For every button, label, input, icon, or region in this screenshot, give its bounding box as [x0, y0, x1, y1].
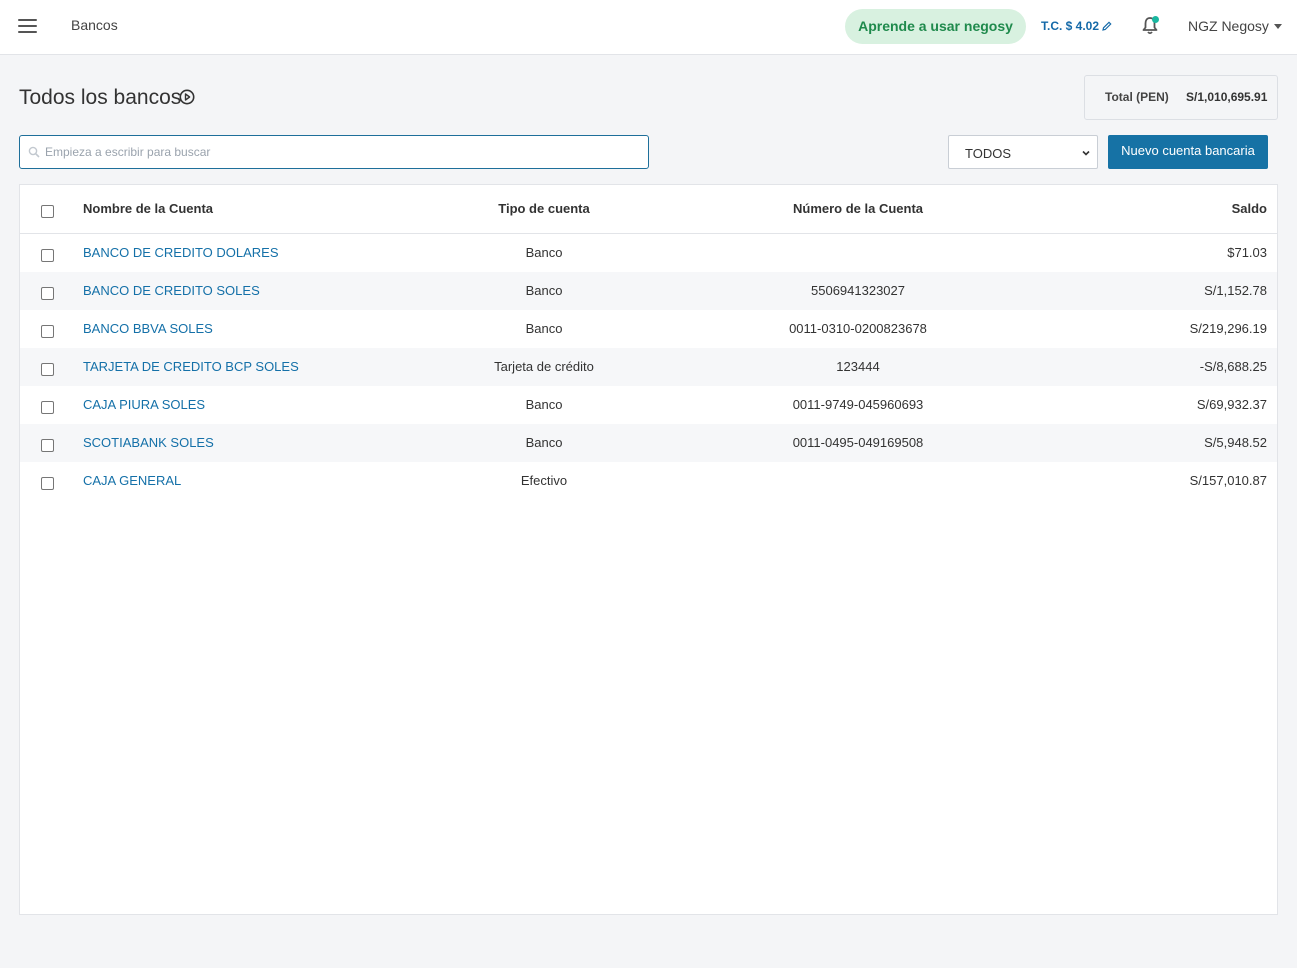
chevron-down-icon — [1082, 150, 1090, 156]
total-value: S/1,010,695.91 — [1186, 90, 1268, 104]
filter-selected-value: TODOS — [965, 146, 1011, 161]
new-bank-account-button[interactable]: Nuevo cuenta bancaria — [1108, 135, 1268, 169]
account-type-filter[interactable]: TODOS — [948, 135, 1098, 169]
table-row: BANCO DE CREDITO SOLES Banco 55069413230… — [20, 272, 1277, 310]
top-bar: Bancos Aprende a usar negosy T.C. $ 4.02… — [0, 0, 1297, 55]
account-number: 0011-0495-049169508 — [792, 435, 924, 450]
account-name-link[interactable]: CAJA GENERAL — [83, 473, 181, 488]
total-label: Total (PEN) — [1105, 90, 1169, 104]
row-checkbox[interactable] — [41, 363, 54, 376]
table-row: CAJA GENERAL Efectivo S/157,010.87 — [20, 462, 1277, 500]
account-type: Banco — [525, 321, 563, 336]
exchange-rate-label: T.C. $ 4.02 — [1041, 19, 1100, 33]
account-type: Banco — [525, 435, 563, 450]
table-row: TARJETA DE CREDITO BCP SOLES Tarjeta de … — [20, 348, 1277, 386]
user-menu[interactable]: NGZ Negosy — [1188, 18, 1282, 34]
account-balance: S/157,010.87 — [1189, 473, 1267, 488]
row-checkbox[interactable] — [41, 401, 54, 414]
breadcrumb[interactable]: Bancos — [71, 17, 118, 33]
account-balance: S/69,932.37 — [1196, 397, 1267, 412]
column-header-name[interactable]: Nombre de la Cuenta — [83, 201, 213, 216]
account-type: Banco — [525, 397, 563, 412]
account-name-link[interactable]: BANCO DE CREDITO SOLES — [83, 283, 260, 298]
table-row: SCOTIABANK SOLES Banco 0011-0495-0491695… — [20, 424, 1277, 462]
account-name-link[interactable]: CAJA PIURA SOLES — [83, 397, 205, 412]
account-balance: -S/8,688.25 — [1199, 359, 1267, 374]
account-name-link[interactable]: BANCO DE CREDITO DOLARES — [83, 245, 279, 260]
notification-badge — [1152, 16, 1159, 23]
search-icon — [28, 146, 40, 158]
column-header-number[interactable]: Número de la Cuenta — [758, 201, 958, 216]
search-input[interactable] — [45, 136, 645, 168]
table-row: BANCO BBVA SOLES Banco 0011-0310-0200823… — [20, 310, 1277, 348]
row-checkbox[interactable] — [41, 249, 54, 262]
menu-icon[interactable] — [18, 17, 38, 35]
account-name-link[interactable]: SCOTIABANK SOLES — [83, 435, 214, 450]
pencil-icon — [1102, 21, 1112, 31]
account-number: 0011-9749-045960693 — [792, 397, 924, 412]
chevron-down-icon — [1273, 24, 1282, 29]
column-header-type[interactable]: Tipo de cuenta — [444, 201, 644, 216]
account-name-link[interactable]: BANCO BBVA SOLES — [83, 321, 213, 336]
play-circle-icon[interactable] — [179, 89, 195, 105]
learn-negosy-button[interactable]: Aprende a usar negosy — [845, 9, 1026, 44]
exchange-rate-link[interactable]: T.C. $ 4.02 — [1041, 19, 1112, 33]
account-type: Tarjeta de crédito — [494, 359, 594, 374]
row-checkbox[interactable] — [41, 439, 54, 452]
account-balance: S/219,296.19 — [1189, 321, 1267, 336]
table-header: Nombre de la Cuenta Tipo de cuenta Númer… — [20, 185, 1277, 234]
user-name: NGZ Negosy — [1188, 18, 1269, 34]
accounts-table: Nombre de la Cuenta Tipo de cuenta Númer… — [19, 184, 1278, 915]
account-balance: S/1,152.78 — [1204, 283, 1267, 298]
account-number: 123444 — [836, 359, 880, 374]
row-checkbox[interactable] — [41, 287, 54, 300]
account-number: 0011-0310-0200823678 — [789, 321, 927, 336]
table-row: CAJA PIURA SOLES Banco 0011-9749-0459606… — [20, 386, 1277, 424]
table-row: BANCO DE CREDITO DOLARES Banco $71.03 — [20, 234, 1277, 272]
select-all-checkbox[interactable] — [41, 205, 54, 218]
row-checkbox[interactable] — [41, 477, 54, 490]
row-checkbox[interactable] — [41, 325, 54, 338]
search-box[interactable] — [19, 135, 649, 169]
account-name-link[interactable]: TARJETA DE CREDITO BCP SOLES — [83, 359, 299, 374]
account-type: Efectivo — [520, 473, 568, 488]
total-summary: Total (PEN) S/1,010,695.91 — [1084, 75, 1278, 120]
account-type: Banco — [525, 283, 563, 298]
account-balance: $71.03 — [1227, 245, 1267, 260]
column-header-balance[interactable]: Saldo — [1232, 201, 1267, 216]
account-type: Banco — [525, 245, 563, 260]
account-balance: S/5,948.52 — [1204, 435, 1267, 450]
account-number: 5506941323027 — [811, 283, 905, 298]
page-title: Todos los bancos — [19, 86, 182, 109]
